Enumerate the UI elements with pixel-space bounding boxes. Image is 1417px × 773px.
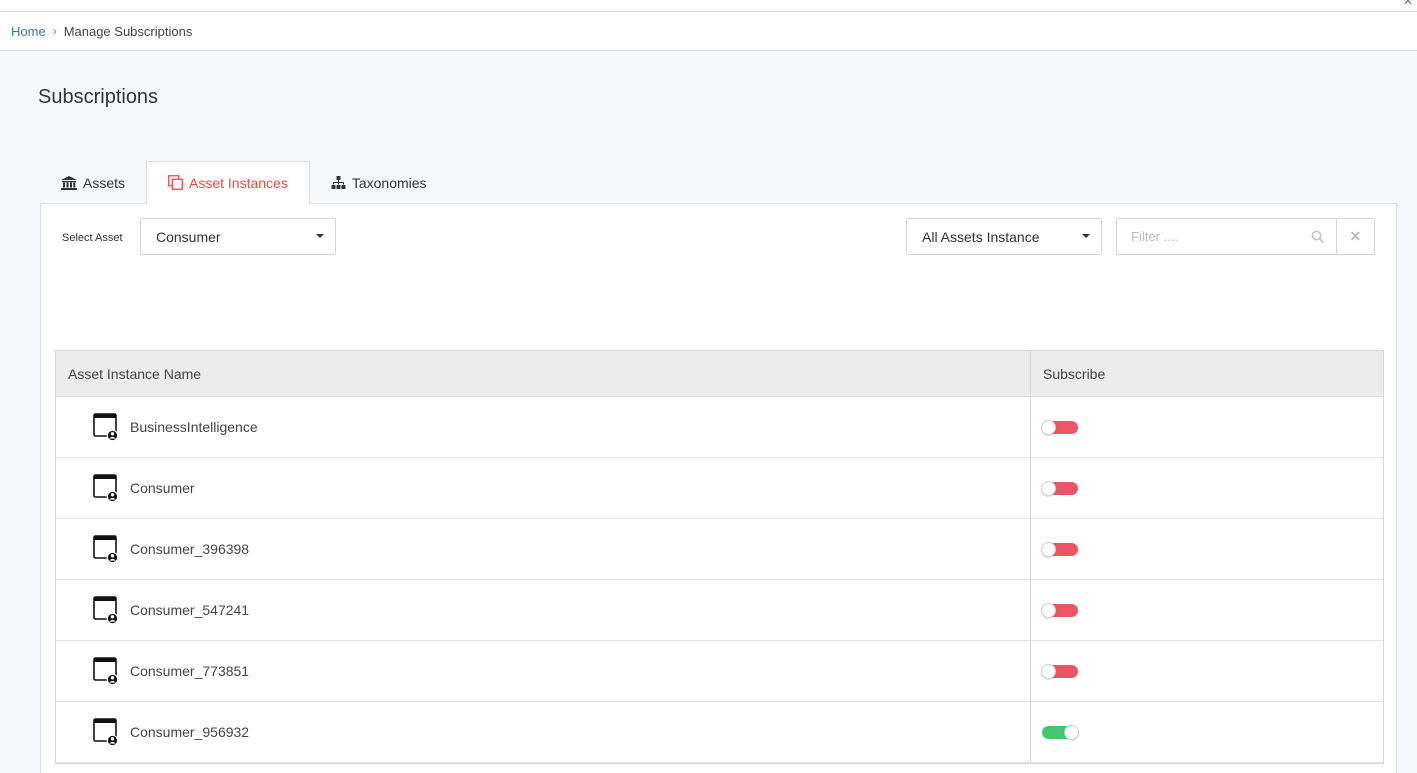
caret-down-icon — [316, 234, 324, 238]
tab-taxonomies[interactable]: Taxonomies — [310, 161, 448, 204]
tab-label: Assets — [83, 174, 126, 191]
tab-panel: Select Asset Consumer All Assets Instanc… — [40, 203, 1397, 773]
asset-instance-icon — [93, 657, 119, 685]
breadcrumb-home-link[interactable]: Home — [11, 24, 46, 39]
subscribe-toggle[interactable] — [1041, 602, 1078, 618]
subscribe-cell — [1031, 580, 1383, 640]
subscribe-cell — [1031, 458, 1383, 518]
asset-instance-name: Consumer_773851 — [130, 663, 250, 679]
asset-instance-name: Consumer — [130, 480, 195, 496]
breadcrumb: Home › Manage Subscriptions — [0, 12, 1417, 51]
toggle-knob — [1041, 419, 1056, 435]
tab-label: Taxonomies — [351, 174, 427, 191]
header-asset-instance-name[interactable]: Asset Instance Name — [56, 351, 1031, 396]
asset-select[interactable]: Consumer — [140, 218, 336, 255]
asset-instance-name: Consumer_396398 — [130, 541, 250, 557]
asset-instance-icon — [93, 718, 119, 746]
copy-icon — [168, 175, 183, 190]
instance-filter-value: All Assets Instance — [922, 228, 1040, 245]
asset-instance-name: Consumer_547241 — [130, 602, 250, 618]
clear-filter-button[interactable]: ✕ — [1335, 219, 1374, 254]
subscribe-toggle[interactable] — [1041, 419, 1078, 435]
page-title: Subscriptions — [38, 86, 159, 108]
table-row: Consumer_547241 — [56, 580, 1383, 641]
asset-instance-name: BusinessIntelligence — [130, 419, 258, 435]
subscribe-cell — [1031, 519, 1383, 579]
toggle-knob — [1064, 724, 1079, 740]
tab-asset-instances[interactable]: Asset Instances — [146, 161, 310, 204]
table-header: Asset Instance Name Subscribe — [56, 351, 1383, 397]
filter-box: ✕ — [1116, 218, 1375, 255]
header-subscribe[interactable]: Subscribe — [1031, 351, 1383, 396]
subscribe-cell — [1031, 397, 1383, 457]
asset-instance-icon — [93, 535, 119, 563]
table-row: Consumer_773851 — [56, 641, 1383, 702]
table-row: Consumer_396398 — [56, 519, 1383, 580]
asset-instance-cell: Consumer_773851 — [56, 641, 1031, 701]
toggle-knob — [1041, 480, 1056, 496]
table-body: BusinessIntelligence Consumer Consumer_396… — [56, 397, 1383, 763]
chevron-right-icon: › — [52, 24, 57, 38]
instances-table: Asset Instance Name Subscribe BusinessIn… — [55, 350, 1384, 764]
toggle-knob — [1041, 541, 1056, 557]
asset-instance-icon — [93, 596, 119, 624]
subscribe-cell — [1031, 641, 1383, 701]
asset-instance-icon — [93, 413, 119, 441]
tab-bar: Assets Asset Instances Taxonomies — [40, 161, 448, 204]
asset-instance-cell: BusinessIntelligence — [56, 397, 1031, 457]
table-row: Consumer — [56, 458, 1383, 519]
search-icon[interactable] — [1309, 219, 1326, 254]
bank-icon — [61, 175, 77, 190]
table-row: Consumer_956932 — [56, 702, 1383, 763]
asset-select-value: Consumer — [156, 228, 221, 245]
subscribe-toggle[interactable] — [1041, 480, 1078, 496]
breadcrumb-current: Manage Subscriptions — [63, 23, 193, 39]
asset-instance-name: Consumer_956932 — [130, 724, 250, 740]
table-row: BusinessIntelligence — [56, 397, 1383, 458]
caret-down-icon — [1082, 234, 1090, 238]
top-strip: ✕ — [0, 0, 1417, 12]
asset-instance-icon — [93, 474, 119, 502]
close-icon[interactable]: ✕ — [1403, 0, 1413, 8]
select-asset-label: Select Asset — [62, 232, 123, 244]
asset-instance-cell: Consumer_396398 — [56, 519, 1031, 579]
tab-label: Asset Instances — [189, 174, 288, 191]
asset-instance-cell: Consumer_956932 — [56, 702, 1031, 762]
close-icon: ✕ — [1349, 228, 1362, 244]
filter-input[interactable] — [1117, 219, 1309, 254]
toggle-knob — [1041, 663, 1056, 679]
subscribe-toggle[interactable] — [1042, 724, 1079, 740]
subscribe-cell — [1031, 702, 1383, 762]
hierarchy-icon — [331, 176, 346, 189]
asset-instance-cell: Consumer — [56, 458, 1031, 518]
toggle-knob — [1041, 602, 1056, 618]
asset-instance-cell: Consumer_547241 — [56, 580, 1031, 640]
tab-assets[interactable]: Assets — [40, 161, 146, 204]
subscribe-toggle[interactable] — [1041, 541, 1078, 557]
instance-filter-select[interactable]: All Assets Instance — [906, 218, 1102, 255]
subscribe-toggle[interactable] — [1041, 663, 1078, 679]
